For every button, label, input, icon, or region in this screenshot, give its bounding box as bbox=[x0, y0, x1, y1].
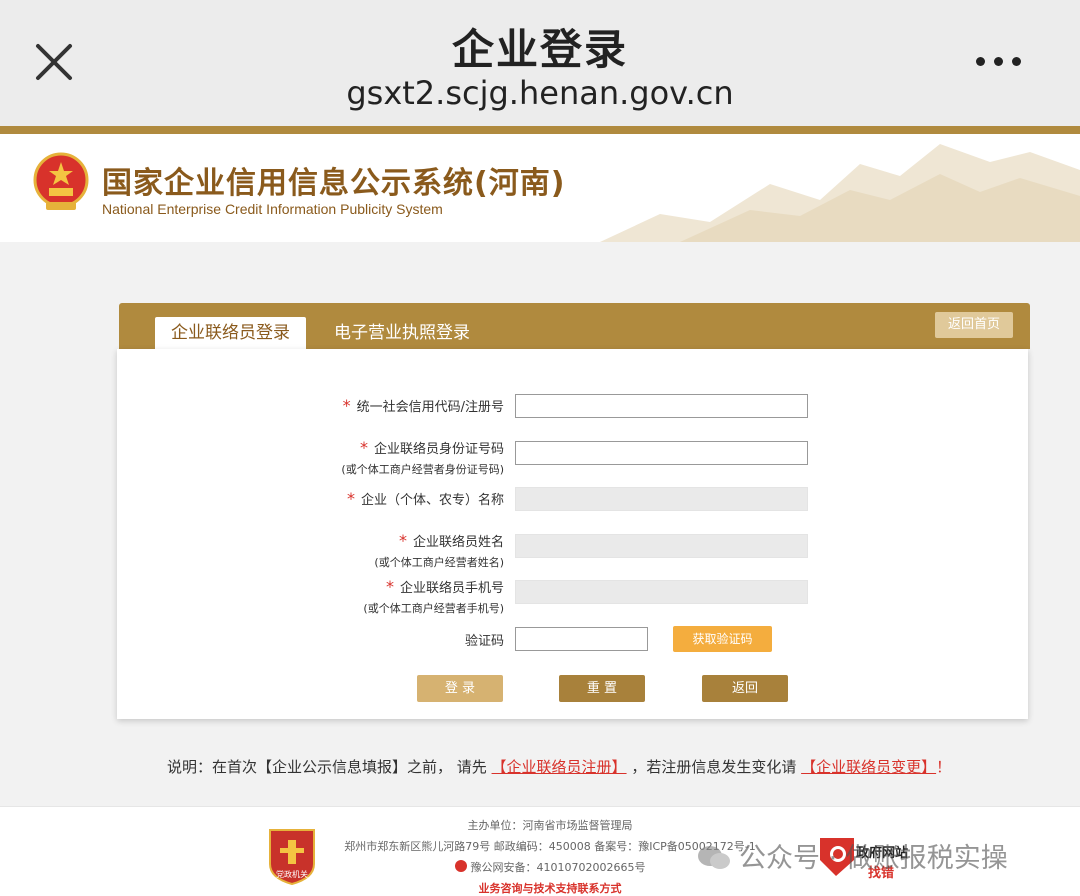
instruction-note: 说明：在首次【企业公示信息填报】之前， 请先 【企业联络员注册】 ，若注册信息发… bbox=[167, 758, 952, 776]
site-subtitle: National Enterprise Credit Information P… bbox=[102, 201, 443, 217]
contact-name-label: * 企业联络员姓名 (或个体工商户经营者姓名) bbox=[374, 531, 504, 569]
credit-code-input[interactable] bbox=[515, 394, 808, 418]
footer-contact-link[interactable]: 业务咨询与技术支持联系方式 bbox=[0, 880, 1080, 896]
watermark: 公众号 · 做账报税实操 bbox=[697, 836, 1008, 875]
site-title: 国家企业信用信息公示系统(河南) bbox=[102, 166, 566, 201]
tab-contact-login[interactable]: 企业联络员登录 bbox=[155, 317, 306, 349]
site-header: 国家企业信用信息公示系统(河南) National Enterprise Cre… bbox=[0, 134, 1080, 242]
page-url: gsxt2.scjg.henan.gov.cn bbox=[346, 74, 734, 112]
back-to-home-button[interactable]: 返回首页 bbox=[935, 312, 1013, 338]
wechat-icon bbox=[698, 846, 730, 869]
id-number-label: * 企业联络员身份证号码 (或个体工商户经营者身份证号码) bbox=[341, 438, 504, 476]
reset-button[interactable]: 重 置 bbox=[559, 675, 645, 702]
login-button[interactable]: 登 录 bbox=[417, 675, 503, 702]
phone-label: * 企业联络员手机号 (或个体工商户经营者手机号) bbox=[363, 577, 504, 615]
national-emblem-icon bbox=[33, 152, 89, 210]
browser-top-bar: 企业登录 gsxt2.scjg.henan.gov.cn bbox=[0, 0, 1080, 126]
captcha-label: 验证码 bbox=[464, 634, 504, 649]
tab-e-license-login[interactable]: 电子营业执照登录 bbox=[322, 317, 482, 349]
company-name-input[interactable] bbox=[515, 487, 808, 511]
footer-sponsor: 主办单位：河南省市场监督管理局 bbox=[467, 819, 633, 832]
header-strip bbox=[0, 126, 1080, 134]
captcha-input[interactable] bbox=[515, 627, 648, 651]
mountain-decoration bbox=[600, 144, 1080, 242]
police-badge-icon bbox=[454, 860, 467, 872]
back-button[interactable]: 返回 bbox=[702, 675, 788, 702]
contact-name-input[interactable] bbox=[515, 534, 808, 558]
party-government-badge-icon: 党政机关 bbox=[269, 829, 315, 886]
company-name-label: * 企业（个体、农专）名称 bbox=[346, 489, 504, 508]
contact-register-link[interactable]: 【企业联络员注册】 bbox=[492, 758, 627, 776]
credit-code-label: * 统一社会信用代码/注册号 bbox=[342, 396, 504, 415]
get-code-button[interactable]: 获取验证码 bbox=[673, 626, 772, 652]
contact-change-link[interactable]: 【企业联络员变更】 bbox=[801, 758, 936, 776]
page-title: 企业登录 bbox=[451, 25, 628, 74]
more-options-icon[interactable] bbox=[976, 50, 1036, 74]
phone-input[interactable] bbox=[515, 580, 808, 604]
id-number-input[interactable] bbox=[515, 441, 808, 465]
